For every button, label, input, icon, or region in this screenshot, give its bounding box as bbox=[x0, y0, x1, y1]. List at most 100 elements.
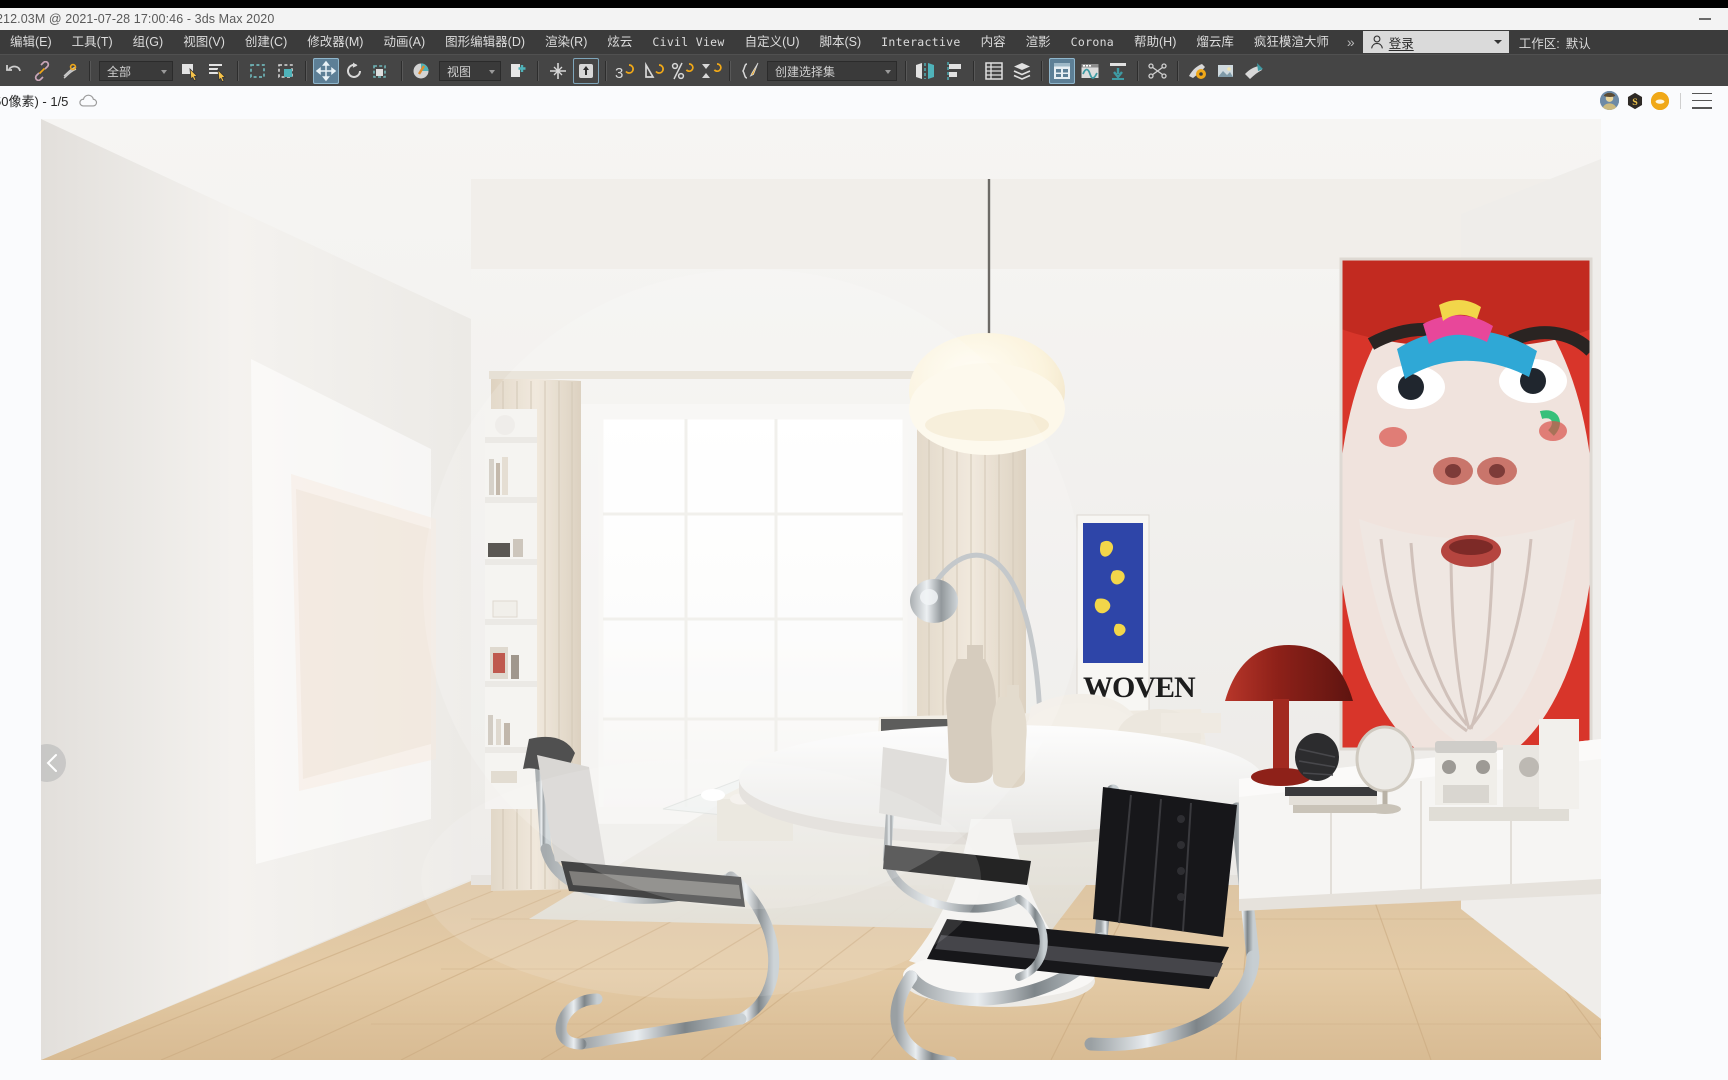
open-asset-tracking-icon[interactable] bbox=[1241, 58, 1267, 84]
menu-item-modifiers[interactable]: 修改器(M) bbox=[297, 30, 373, 54]
chevron-left-icon bbox=[46, 754, 57, 772]
use-center-flyout-icon[interactable] bbox=[545, 58, 571, 84]
menu-item-edit[interactable]: 编辑(E) bbox=[0, 30, 62, 54]
render-production-icon[interactable] bbox=[1105, 58, 1131, 84]
spinner-snap-toggle-icon[interactable] bbox=[697, 58, 723, 84]
app-root: 212.03M @ 2021-07-28 17:00:46 - 3ds Max … bbox=[0, 0, 1728, 1080]
toolbar-divider bbox=[729, 61, 731, 81]
viewer-status-text: 50像素) - 1/5 bbox=[0, 94, 69, 109]
window-title-bar: 212.03M @ 2021-07-28 17:00:46 - 3ds Max … bbox=[0, 8, 1728, 30]
menu-item-xuanyun[interactable]: 炫云 bbox=[597, 30, 642, 54]
viewer-right-gutter bbox=[1601, 119, 1728, 1060]
menu-overflow-icon[interactable]: » bbox=[1339, 34, 1361, 50]
cloud-icon[interactable] bbox=[78, 93, 98, 108]
menu-item-tools[interactable]: 工具(T) bbox=[62, 30, 123, 54]
select-and-rotate-icon[interactable] bbox=[341, 58, 367, 84]
svg-text:S: S bbox=[1632, 96, 1638, 107]
menu-item-xuanying[interactable]: 渲影 bbox=[1016, 30, 1061, 54]
menu-item-fengkuang[interactable]: 疯狂模渲大师 bbox=[1244, 30, 1339, 54]
toolbar-divider bbox=[1177, 61, 1179, 81]
selection-filter-value: 全部 bbox=[107, 64, 132, 79]
menu-item-create[interactable]: 创建(C) bbox=[235, 30, 297, 54]
menu-item-content[interactable]: 内容 bbox=[971, 30, 1016, 54]
viewer-bottom-gutter bbox=[0, 1060, 1728, 1080]
snaps-toggle-icon[interactable]: 3 bbox=[613, 58, 639, 84]
user-icon bbox=[1370, 35, 1383, 49]
viewer-account-cluster: S bbox=[1600, 86, 1712, 115]
selection-filter-combo[interactable]: 全部 bbox=[99, 61, 173, 81]
scene-explorer-icon[interactable] bbox=[1009, 58, 1035, 84]
mirror-icon[interactable] bbox=[913, 58, 939, 84]
edit-named-selection-sets-icon[interactable] bbox=[737, 58, 763, 84]
user-avatar[interactable] bbox=[1600, 91, 1619, 110]
render-image-canvas[interactable]: WOVEN bbox=[41, 119, 1601, 1060]
menu-item-animation[interactable]: 动画(A) bbox=[373, 30, 435, 54]
s-badge-icon[interactable]: S bbox=[1626, 92, 1644, 110]
screen-top-edge bbox=[0, 0, 1728, 8]
main-toolbar: 全部 视图 3 创建选择集 bbox=[0, 54, 1728, 88]
toolbar-divider bbox=[89, 61, 91, 81]
viewer-status-bar: 50像素) - 1/5 S bbox=[0, 86, 1728, 115]
hamburger-menu-icon[interactable] bbox=[1692, 92, 1712, 109]
material-editor-icon[interactable] bbox=[1185, 58, 1211, 84]
percent-snap-toggle-icon[interactable] bbox=[669, 58, 695, 84]
menu-item-corona[interactable]: Corona bbox=[1061, 30, 1124, 54]
toolbar-divider bbox=[605, 61, 607, 81]
reference-coordinate-combo[interactable]: 视图 bbox=[439, 61, 501, 81]
link-icon[interactable] bbox=[29, 58, 55, 84]
menu-item-interactive[interactable]: Interactive bbox=[871, 30, 970, 54]
toolbar-divider bbox=[537, 61, 539, 81]
use-pivot-point-center-icon[interactable] bbox=[505, 58, 531, 84]
menu-item-graph-editors[interactable]: 图形编辑器(D) bbox=[435, 30, 535, 54]
svg-text:3: 3 bbox=[615, 65, 623, 82]
toolbar-divider bbox=[305, 61, 307, 81]
menu-item-group[interactable]: 组(G) bbox=[123, 30, 174, 54]
window-crossing-toggle-icon[interactable] bbox=[273, 58, 299, 84]
toolbar-divider bbox=[1680, 92, 1681, 109]
toolbar-divider bbox=[905, 61, 907, 81]
menu-item-scripting[interactable]: 脚本(S) bbox=[810, 30, 872, 54]
angle-snap-toggle-icon[interactable] bbox=[641, 58, 667, 84]
render-setup-icon[interactable] bbox=[1049, 58, 1075, 84]
select-object-icon[interactable] bbox=[177, 58, 203, 84]
chevron-down-icon bbox=[489, 70, 495, 74]
named-selection-sets-combo[interactable]: 创建选择集 bbox=[767, 61, 897, 81]
menu-item-civil-view[interactable]: Civil View bbox=[642, 30, 734, 54]
select-and-manipulate-icon[interactable] bbox=[573, 58, 599, 84]
coin-badge-icon[interactable] bbox=[1651, 91, 1669, 110]
minimize-button[interactable] bbox=[1690, 9, 1720, 29]
toolbar-divider bbox=[973, 61, 975, 81]
rendered-frame-window-icon[interactable] bbox=[1077, 58, 1103, 84]
toolbar-divider bbox=[237, 61, 239, 81]
chevron-down-icon bbox=[1493, 40, 1502, 44]
login-label: 登录 bbox=[1388, 36, 1414, 51]
window-title: 212.03M @ 2021-07-28 17:00:46 - 3ds Max … bbox=[0, 12, 275, 26]
toolbar-divider bbox=[1137, 61, 1139, 81]
select-and-move-icon[interactable] bbox=[313, 58, 339, 84]
chevron-down-icon bbox=[885, 70, 891, 74]
menu-bar: 编辑(E) 工具(T) 组(G) 视图(V) 创建(C) 修改器(M) 动画(A… bbox=[0, 30, 1728, 54]
particle-view-icon[interactable] bbox=[1145, 58, 1171, 84]
rendered-interior-scene: WOVEN bbox=[41, 119, 1601, 1060]
render-to-texture-icon[interactable] bbox=[1213, 58, 1239, 84]
menu-item-liuyunku[interactable]: 熘云库 bbox=[1186, 30, 1244, 54]
toolbar-divider bbox=[1041, 61, 1043, 81]
undo-icon[interactable] bbox=[1, 58, 27, 84]
select-by-name-icon[interactable] bbox=[205, 58, 231, 84]
rectangular-selection-region-icon[interactable] bbox=[245, 58, 271, 84]
unlink-icon[interactable] bbox=[57, 58, 83, 84]
layer-explorer-icon[interactable] bbox=[981, 58, 1007, 84]
menu-item-help[interactable]: 帮助(H) bbox=[1124, 30, 1186, 54]
menu-item-rendering[interactable]: 渲染(R) bbox=[535, 30, 597, 54]
workspace-label: 工作区: bbox=[1518, 36, 1560, 51]
chevron-down-icon bbox=[161, 70, 167, 74]
named-selection-sets-value: 创建选择集 bbox=[775, 64, 836, 79]
menu-item-customize[interactable]: 自定义(U) bbox=[735, 30, 810, 54]
align-icon[interactable] bbox=[941, 58, 967, 84]
reference-coordinate-value: 视图 bbox=[447, 64, 472, 79]
login-button[interactable]: 登录 bbox=[1362, 31, 1509, 53]
menu-item-views[interactable]: 视图(V) bbox=[173, 30, 235, 54]
select-and-scale-icon[interactable] bbox=[369, 58, 395, 84]
workspace-value[interactable]: 默认 bbox=[1566, 33, 1591, 52]
select-and-place-icon[interactable] bbox=[409, 58, 435, 84]
